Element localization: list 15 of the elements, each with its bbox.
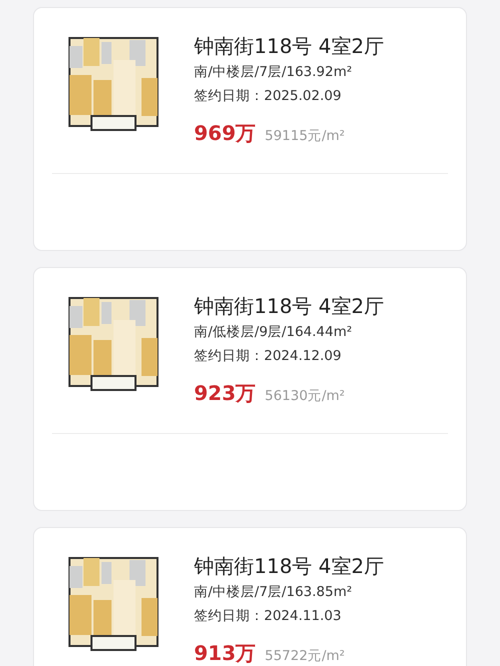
unit-price: 55722元/m²	[264, 647, 345, 665]
listing-title: 钟南街118号 4室2厅	[194, 293, 384, 320]
signing-date: 签约日期：2025.02.09	[194, 87, 342, 106]
listing-details: 南/中楼层/7层/163.92m²	[194, 63, 354, 82]
listing-title: 钟南街118号 4室2厅	[194, 553, 384, 580]
listing-details: 南/中楼层/7层/163.85m²	[194, 583, 354, 602]
total-price: 923万	[194, 380, 256, 407]
unit-price: 59115元/m²	[264, 127, 345, 145]
listing-title: 钟南街118号 4室2厅	[194, 33, 384, 60]
listing-details: 南/低楼层/9层/164.44m²	[194, 323, 354, 342]
total-price: 969万	[194, 120, 256, 147]
total-price: 913万	[194, 640, 256, 666]
signing-date: 签约日期：2024.12.09	[194, 347, 342, 366]
signing-date: 签约日期：2024.11.03	[194, 607, 342, 626]
unit-price: 56130元/m²	[264, 387, 345, 405]
